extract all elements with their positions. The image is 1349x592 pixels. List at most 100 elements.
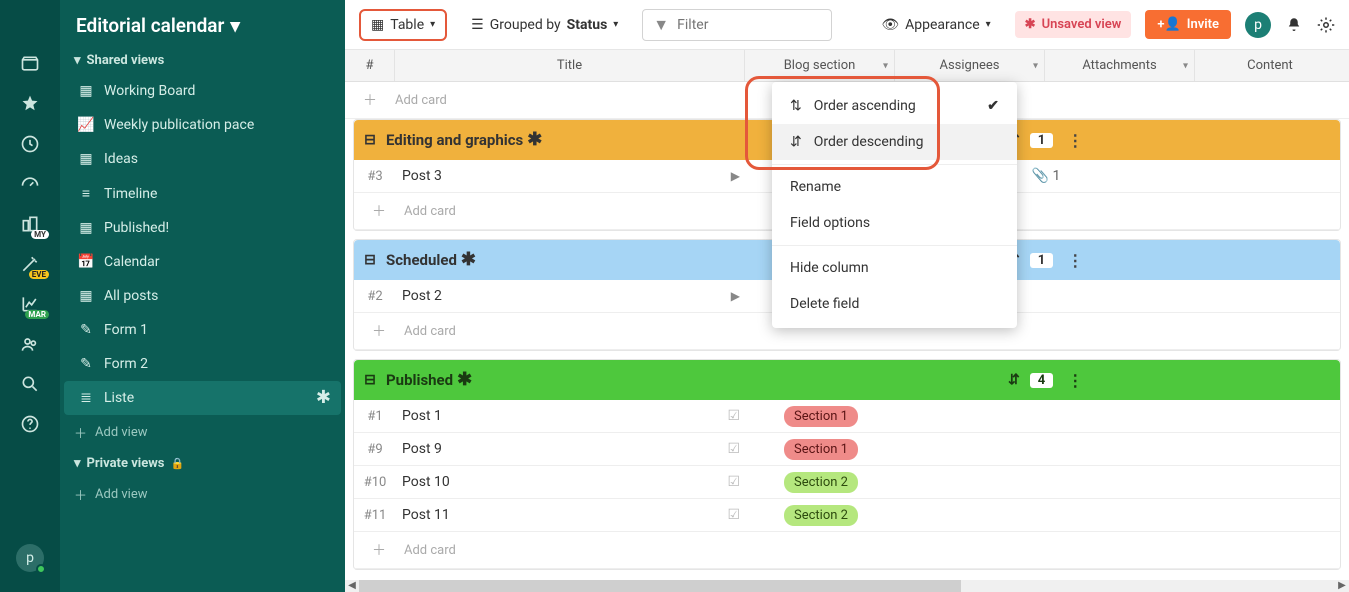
sidebar-item-form-1[interactable]: ✎Form 1 bbox=[64, 313, 341, 347]
group-by-dropdown[interactable]: ☰ Grouped by Status ▾ bbox=[461, 11, 628, 39]
column-assignees[interactable]: Assignees▾ bbox=[895, 50, 1045, 81]
add-view-button[interactable]: ＋Add view bbox=[60, 415, 345, 450]
sidebar-item-liste[interactable]: ≣Liste✱ bbox=[64, 381, 341, 415]
column-title[interactable]: Title bbox=[395, 50, 745, 81]
unsaved-view-button[interactable]: ✱ Unsaved view bbox=[1015, 11, 1132, 38]
view-type-dropdown[interactable]: ▦ Table ▾ bbox=[359, 9, 447, 41]
users-icon[interactable] bbox=[19, 333, 41, 355]
group-count: 4 bbox=[1030, 373, 1053, 388]
plus-icon: ＋ bbox=[345, 82, 395, 118]
collapse-icon[interactable]: ⊟ bbox=[354, 372, 386, 388]
filter-field[interactable] bbox=[677, 17, 817, 33]
group-count: 1 bbox=[1030, 133, 1053, 148]
clock-icon[interactable] bbox=[19, 133, 41, 155]
scroll-left-icon[interactable]: ◀ bbox=[345, 580, 359, 592]
column-content[interactable]: Content bbox=[1195, 50, 1345, 81]
gauge-icon[interactable] bbox=[19, 173, 41, 195]
blog-section-tag: Section 2 bbox=[784, 472, 858, 493]
rename-item[interactable]: Rename bbox=[772, 169, 1017, 205]
plus-icon: ＋ bbox=[354, 193, 404, 229]
kebab-menu-icon[interactable]: ⋮ bbox=[1063, 131, 1087, 150]
collapse-icon[interactable]: ⊟ bbox=[354, 252, 386, 268]
play-icon[interactable]: ▶ bbox=[731, 169, 740, 183]
wand-icon[interactable]: EVE bbox=[19, 253, 41, 275]
column-hash[interactable]: # bbox=[345, 50, 395, 81]
order-descending-item[interactable]: ⇵ Order descending bbox=[772, 124, 1017, 160]
group-title: Published bbox=[386, 371, 453, 389]
table-row[interactable]: #11Post 11☑Section 2 bbox=[354, 499, 1340, 532]
order-ascending-item[interactable]: ⇅ Order ascending ✔ bbox=[772, 88, 1017, 124]
chevron-down-icon: ▾ bbox=[74, 53, 81, 68]
row-title[interactable]: Post 11☑ bbox=[396, 499, 746, 531]
add-view-button[interactable]: ＋Add view bbox=[60, 477, 345, 512]
collapse-icon[interactable]: ⊟ bbox=[354, 132, 386, 148]
column-blog-section[interactable]: Blog section▾ bbox=[745, 50, 895, 81]
chevron-down-icon: ▾ bbox=[613, 19, 618, 30]
board-title-dropdown[interactable]: Editorial calendar ▾ bbox=[60, 0, 345, 47]
add-card-row[interactable]: ＋Add card bbox=[354, 532, 1340, 569]
sidebar-item-all-posts[interactable]: ▦All posts bbox=[64, 279, 341, 313]
form-icon: ✎ bbox=[78, 322, 94, 338]
sidebar-item-label: Ideas bbox=[104, 151, 138, 167]
sidebar-item-label: Published! bbox=[104, 220, 169, 236]
chevron-down-icon[interactable]: ▾ bbox=[1033, 60, 1038, 71]
check-icon: ☑ bbox=[727, 507, 740, 523]
badge-mar: MAR bbox=[25, 310, 49, 319]
star-icon[interactable] bbox=[19, 93, 41, 115]
scroll-thumb[interactable] bbox=[359, 580, 961, 592]
chart-icon[interactable]: MAR bbox=[19, 293, 41, 315]
table-row[interactable]: #9Post 9☑Section 1 bbox=[354, 433, 1340, 466]
filter-input[interactable]: ▼ bbox=[642, 9, 832, 41]
column-attachments[interactable]: Attachments▾ bbox=[1045, 50, 1195, 81]
chevron-down-icon[interactable]: ▾ bbox=[883, 60, 888, 71]
gear-icon[interactable] bbox=[1317, 16, 1335, 34]
buildings-icon[interactable]: MY bbox=[19, 213, 41, 235]
search-icon[interactable] bbox=[19, 373, 41, 395]
hide-column-item[interactable]: Hide column bbox=[772, 250, 1017, 286]
play-icon[interactable]: ▶ bbox=[731, 289, 740, 303]
sidebar-item-published-[interactable]: ▦Published! bbox=[64, 211, 341, 245]
table-row[interactable]: #10Post 10☑Section 2 bbox=[354, 466, 1340, 499]
scroll-right-icon[interactable]: ▶ bbox=[1335, 580, 1349, 592]
row-title[interactable]: Post 9☑ bbox=[396, 433, 746, 465]
row-blog-section: Section 1 bbox=[746, 439, 896, 460]
user-avatar[interactable]: p bbox=[1245, 12, 1271, 38]
chevron-down-icon[interactable]: ▾ bbox=[1183, 60, 1188, 71]
sidebar-item-form-2[interactable]: ✎ Form 2 bbox=[64, 347, 341, 381]
table-icon: ▦ bbox=[371, 17, 384, 33]
group-title: Editing and graphics bbox=[386, 131, 523, 149]
table-row[interactable]: #1Post 1☑Section 1 bbox=[354, 400, 1340, 433]
field-options-item[interactable]: Field options bbox=[772, 205, 1017, 241]
invite-button[interactable]: +👤 Invite bbox=[1145, 10, 1231, 39]
sidebar-item-label: Calendar bbox=[104, 254, 160, 270]
help-icon[interactable] bbox=[19, 413, 41, 435]
form-icon: ✎ bbox=[78, 356, 94, 372]
sidebar-item-label: Form 2 bbox=[104, 356, 148, 372]
horizontal-scrollbar[interactable]: ◀ ▶ bbox=[345, 580, 1349, 592]
shared-views-header[interactable]: ▾ Shared views bbox=[60, 47, 345, 74]
sidebar-item-calendar[interactable]: 📅Calendar bbox=[64, 245, 341, 279]
sidebar-item-weekly-publication-pace[interactable]: 📈Weekly publication pace bbox=[64, 108, 341, 142]
group-count: 1 bbox=[1030, 253, 1053, 268]
user-avatar[interactable]: p bbox=[16, 544, 44, 572]
sidebar-item-working-board[interactable]: ▦Working Board bbox=[64, 74, 341, 108]
appearance-dropdown[interactable]: 👁 Appearance ▾ bbox=[871, 11, 1000, 39]
row-title[interactable]: Post 3▶ bbox=[396, 160, 746, 192]
bell-icon[interactable] bbox=[1285, 16, 1303, 34]
blog-section-tag: Section 1 bbox=[784, 406, 858, 427]
row-title[interactable]: Post 2▶ bbox=[396, 280, 746, 312]
delete-field-item[interactable]: Delete field bbox=[772, 286, 1017, 322]
sidebar-item-ideas[interactable]: ▦ Ideas bbox=[64, 142, 341, 176]
row-title[interactable]: Post 10☑ bbox=[396, 466, 746, 498]
row-title[interactable]: Post 1☑ bbox=[396, 400, 746, 432]
kebab-menu-icon[interactable]: ⋮ bbox=[1063, 251, 1087, 270]
sort-icon[interactable]: ⇵ bbox=[1008, 372, 1020, 388]
group-header[interactable]: ⊟Published✱⇵4⋮ bbox=[354, 360, 1340, 400]
kebab-menu-icon[interactable]: ⋮ bbox=[1063, 371, 1087, 390]
inbox-icon[interactable] bbox=[19, 53, 41, 75]
table-icon: ▦ bbox=[78, 151, 94, 167]
private-views-header[interactable]: ▾ Private views 🔒 bbox=[60, 450, 345, 477]
list-icon: ≣ bbox=[78, 390, 94, 406]
board-title-label: Editorial calendar bbox=[76, 14, 224, 37]
sidebar-item-timeline[interactable]: ≡Timeline bbox=[64, 176, 341, 211]
